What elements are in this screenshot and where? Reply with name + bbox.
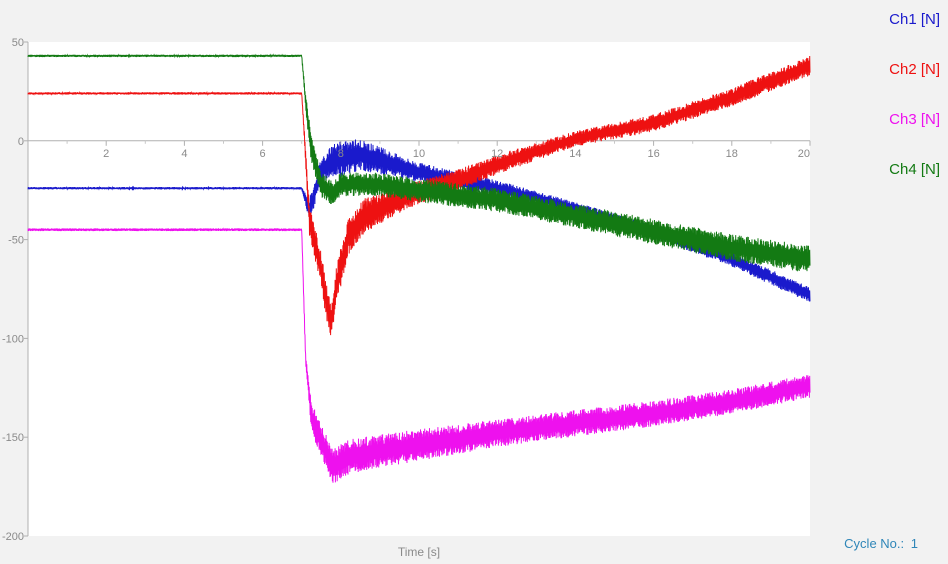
cycle-number: Cycle No.: 1 [800,536,918,551]
legend-item-ch4[interactable]: Ch4 [N] [870,160,940,210]
legend: Ch1 [N] Ch2 [N] Ch3 [N] Ch4 [N] [870,10,940,210]
cycle-value: 1 [910,536,918,551]
x-tick-label: 6 [260,148,266,160]
x-tick-label: 12 [491,148,503,160]
x-tick-label: 18 [726,148,738,160]
x-tick-label: 14 [569,148,581,160]
x-tick-label: 4 [181,148,187,160]
legend-item-ch1[interactable]: Ch1 [N] [870,10,940,60]
y-tick-label: -50 [8,235,24,247]
y-tick-label: 50 [12,37,24,49]
x-tick-label: 20 [798,148,810,160]
y-tick-label: -100 [2,333,24,345]
y-tick-label: -200 [2,531,24,543]
chart: 2 4 6 8 10 12 14 16 18 20 50 0 -50 -100 -150 -200 Time … [2,37,811,559]
x-tick-label: 16 [647,148,659,160]
cycle-label: Cycle No.: [844,536,905,551]
x-tick-label: 8 [338,148,344,160]
legend-item-ch3[interactable]: Ch3 [N] [870,110,940,160]
x-tick-label: 10 [413,148,425,160]
x-tick-label: 2 [103,148,109,160]
y-tick-label: -150 [2,432,24,444]
legend-item-ch2[interactable]: Ch2 [N] [870,60,940,110]
y-tick-label: 0 [18,136,24,148]
x-axis-title: Time [s] [398,545,440,559]
